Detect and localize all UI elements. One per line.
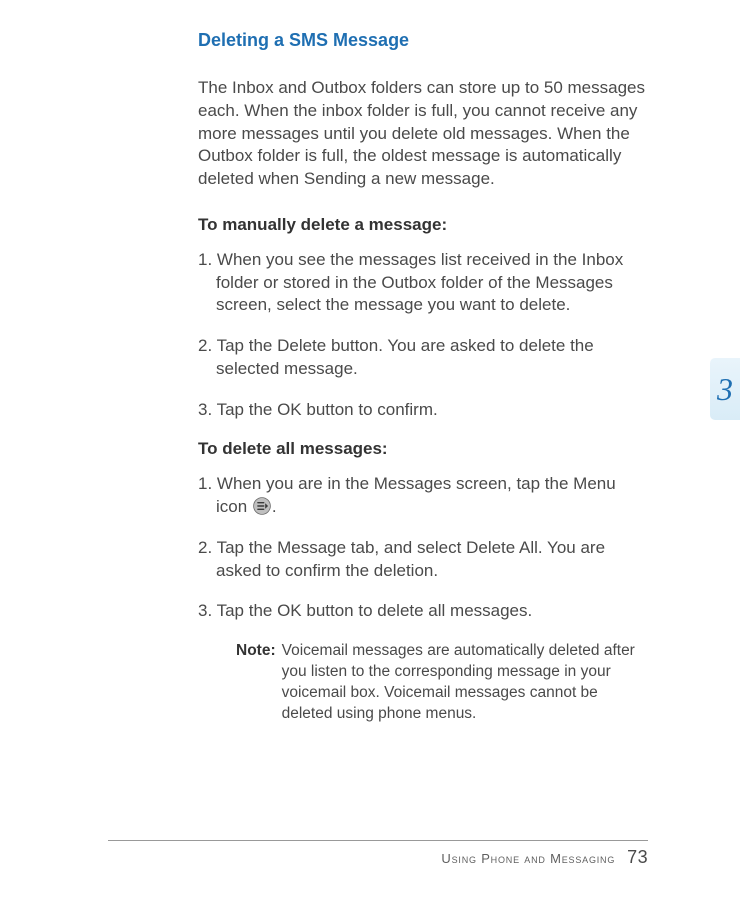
chapter-tab: 3 [710, 358, 740, 420]
subheading-manual-delete: To manually delete a message: [198, 215, 648, 235]
document-page: Deleting a SMS Message The Inbox and Out… [0, 0, 740, 912]
steps-list-manual: 1. When you see the messages list receiv… [198, 249, 648, 422]
step-text: Tap the OK button to confirm. [217, 400, 438, 419]
note-label: Note: [236, 641, 276, 725]
step-text: When you see the messages list received … [216, 250, 623, 315]
step-text: Tap the Delete button. You are asked to … [216, 336, 594, 378]
page-footer: Using Phone and Messaging 73 [108, 840, 648, 868]
intro-paragraph: The Inbox and Outbox folders can store u… [198, 77, 648, 191]
list-item: 1. When you are in the Messages screen, … [198, 473, 648, 519]
menu-icon [253, 497, 271, 515]
step-text-post: . [272, 497, 277, 516]
section-title: Deleting a SMS Message [198, 30, 648, 51]
footer-page-number: 73 [627, 847, 648, 867]
list-item: 2. Tap the Delete button. You are asked … [198, 335, 648, 381]
footer-line: Using Phone and Messaging 73 [108, 847, 648, 868]
step-text: Tap the Message tab, and select Delete A… [216, 538, 605, 580]
list-item: 3. Tap the OK button to delete all messa… [198, 600, 648, 623]
footer-section-name: Using Phone and Messaging [441, 851, 615, 866]
steps-list-delete-all: 1. When you are in the Messages screen, … [198, 473, 648, 623]
subheading-delete-all: To delete all messages: [198, 439, 648, 459]
note-block: Note: Voicemail messages are automatical… [198, 641, 648, 725]
chapter-number: 3 [717, 371, 733, 408]
step-text: Tap the OK button to delete all messages… [217, 601, 533, 620]
note-text: Voicemail messages are automatically del… [282, 641, 648, 725]
list-item: 3. Tap the OK button to confirm. [198, 399, 648, 422]
footer-rule [108, 840, 648, 841]
list-item: 2. Tap the Message tab, and select Delet… [198, 537, 648, 583]
list-item: 1. When you see the messages list receiv… [198, 249, 648, 317]
